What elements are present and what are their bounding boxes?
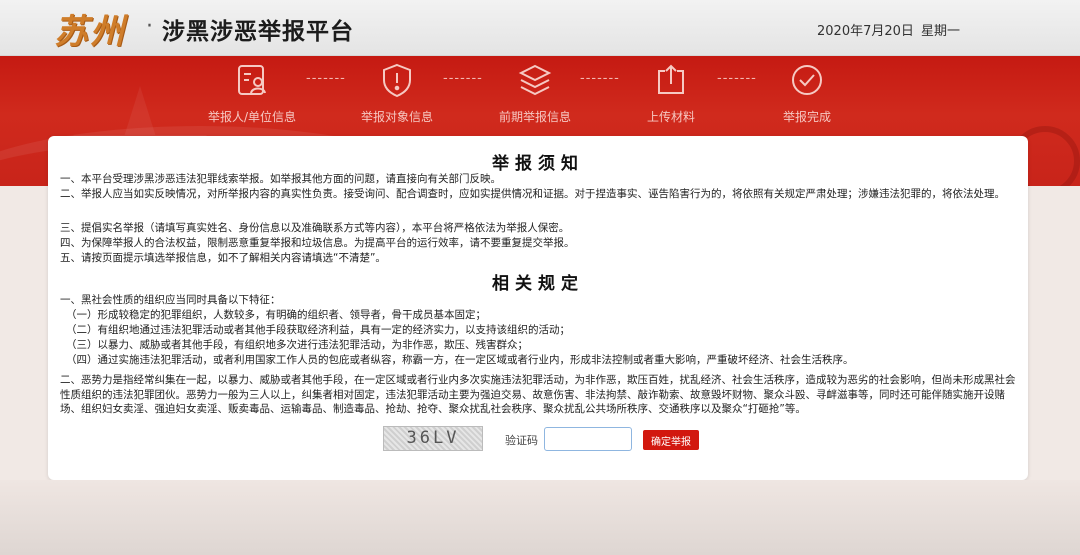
rule-line: （四）通过实施违法犯罪活动，或者利用国家工作人员的包庇或者纵容，称霸一方，在一定…: [66, 354, 854, 366]
page-title: 涉黑涉恶举报平台: [162, 19, 354, 45]
notice-line: 一、本平台受理涉黑涉恶违法犯罪线索举报。如举报其他方面的问题，请直接向有关部门反…: [60, 173, 501, 185]
step-label: 举报人/单位信息: [207, 110, 297, 124]
step-label: 举报对象信息: [360, 110, 433, 124]
notice-panel: 举报须知 一、本平台受理涉黑涉恶违法犯罪线索举报。如举报其他方面的问题，请直接向…: [48, 136, 1028, 480]
page-footer-background: [0, 480, 1080, 555]
step-label: 前期举报信息: [498, 110, 571, 124]
top-header: 苏州 · 涉黑涉恶举报平台 2020年7月20日 星期一: [0, 0, 1080, 56]
upload-icon: [658, 64, 684, 94]
current-date: 2020年7月20日: [817, 24, 914, 39]
shield-alert-icon: [383, 63, 411, 98]
notice-title: 举报须知: [492, 154, 584, 174]
notice-line: 二、举报人应当如实反映情况，对所举报内容的真实性负责。接受询问、配合调查时，应如…: [60, 188, 1005, 200]
current-weekday: 星期一: [921, 24, 961, 39]
rule-line: （二）有组织地通过违法犯罪活动或者其他手段获取经济利益，具有一定的经济实力，以支…: [66, 324, 570, 336]
step-reporter-info: 举报人/单位信息: [192, 62, 312, 125]
rule-line: 二、恶势力是指经常纠集在一起，以暴力、威胁或者其他手段，在一定区域或者行业内多次…: [60, 374, 1016, 415]
rule-line: 一、黑社会性质的组织应当同时具备以下特征：: [60, 294, 281, 306]
rule-line: （一）形成较稳定的犯罪组织，人数较多，有明确的组织者、领导者，骨干成员基本固定；: [66, 309, 486, 321]
rules-title: 相关规定: [492, 274, 584, 294]
notice-line: 四、为保障举报人的合法权益，限制恶意重复举报和垃圾信息。为提高平台的运行效率，请…: [60, 237, 575, 249]
layers-icon: [518, 64, 552, 96]
city-logo: 苏州: [54, 12, 126, 52]
rule-line: （三）以暴力、威胁或者其他手段，有组织地多次进行违法犯罪活动，为非作恶，欺压、残…: [66, 339, 528, 351]
check-circle-icon: [792, 65, 822, 95]
submit-report-button[interactable]: 确定举报: [643, 430, 699, 450]
captcha-label: 验证码: [505, 434, 538, 447]
captcha-image[interactable]: 36LV: [383, 426, 483, 451]
notice-line: 五、请按页面提示填选举报信息，如不了解相关内容请填选“不清楚”。: [60, 252, 386, 264]
notice-line: 三、提倡实名举报（请填写真实姓名、身份信息以及准确联系方式等内容），本平台将严格…: [60, 222, 570, 234]
captcha-input[interactable]: [544, 427, 632, 451]
title-dot: ·: [146, 14, 153, 39]
step-upload: 上传材料: [611, 62, 731, 125]
person-card-icon: [238, 65, 266, 95]
step-prior-reports: 前期举报信息: [475, 62, 595, 125]
step-complete: 举报完成: [747, 62, 867, 125]
step-label: 上传材料: [646, 110, 695, 124]
step-target-info: 举报对象信息: [337, 62, 457, 125]
step-label: 举报完成: [782, 110, 831, 124]
